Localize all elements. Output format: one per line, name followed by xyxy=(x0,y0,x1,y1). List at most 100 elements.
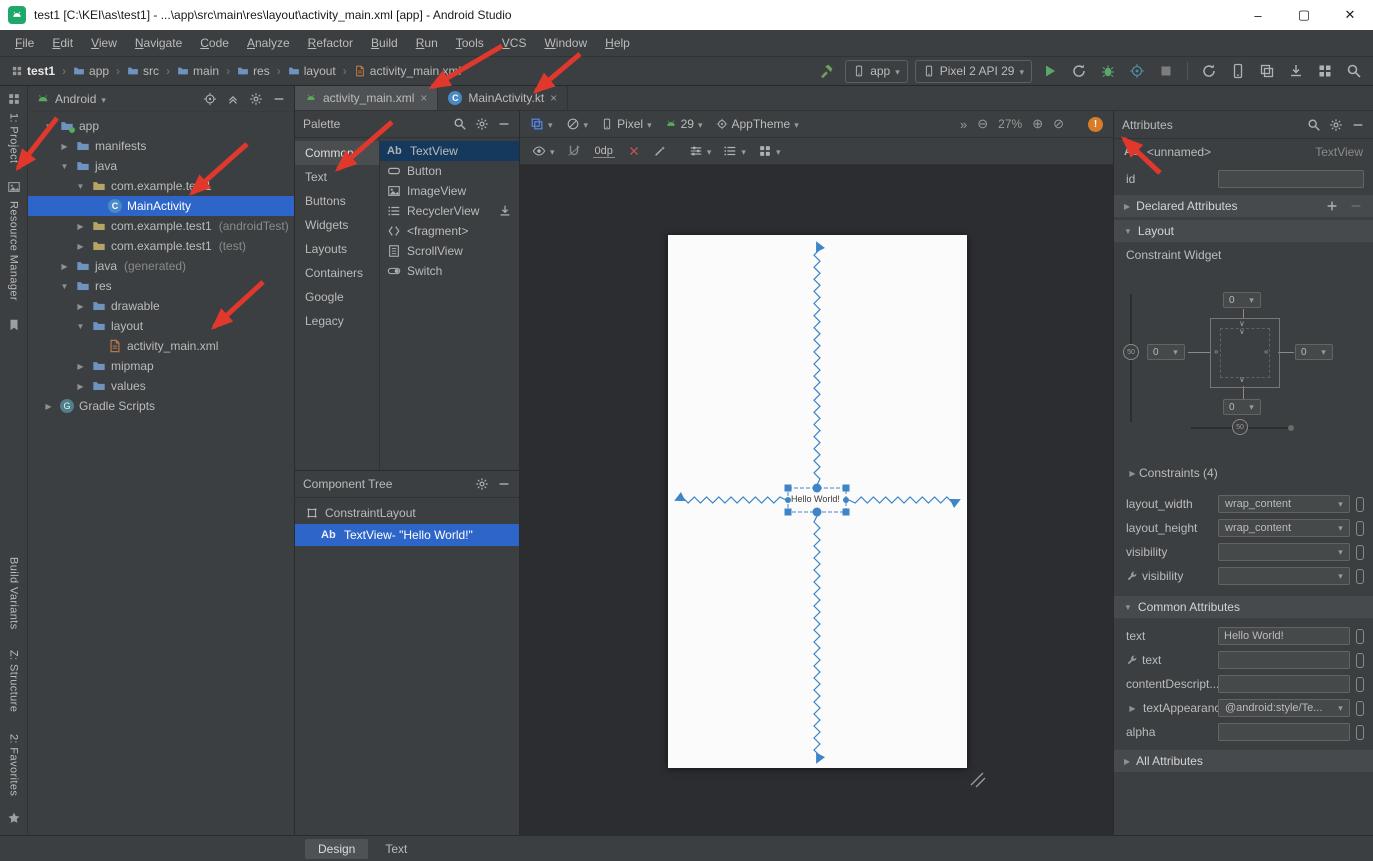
layout-inspector-icon[interactable] xyxy=(1256,60,1278,82)
expander-icon[interactable] xyxy=(74,242,87,251)
hide-panel-icon[interactable] xyxy=(272,92,286,106)
pack-select[interactable] xyxy=(758,144,781,158)
stripe-resource-manager-button[interactable]: Resource Manager xyxy=(8,201,20,301)
tab-mainactivity-kt[interactable]: C MainActivity.kt xyxy=(438,86,568,110)
tree-item-drawable[interactable]: drawable xyxy=(28,296,294,316)
tools-visibility-select[interactable] xyxy=(1218,567,1350,585)
text-input[interactable] xyxy=(1218,627,1350,645)
expander-icon[interactable] xyxy=(1126,704,1139,713)
menu-tools[interactable]: Tools xyxy=(447,33,493,53)
menu-help[interactable]: Help xyxy=(596,33,639,53)
search-everywhere-icon[interactable] xyxy=(1343,60,1365,82)
section-layout[interactable]: Layout xyxy=(1114,220,1373,242)
menu-code[interactable]: Code xyxy=(191,33,238,53)
menu-vcs[interactable]: VCS xyxy=(493,33,536,53)
layout-height-select[interactable]: wrap_content xyxy=(1218,519,1350,537)
zoom-in-button[interactable] xyxy=(1032,116,1043,132)
tree-item-java-generated[interactable]: java (generated) xyxy=(28,256,294,276)
tab-activity-main-xml[interactable]: activity_main.xml xyxy=(295,86,438,110)
palette-category-google[interactable]: Google xyxy=(295,285,379,309)
margin-right-select[interactable]: 0 xyxy=(1295,344,1333,360)
section-common-attributes[interactable]: Common Attributes xyxy=(1114,596,1373,618)
api-version-select[interactable]: 29 xyxy=(665,117,703,131)
menu-analyze[interactable]: Analyze xyxy=(238,33,299,53)
expander-icon[interactable] xyxy=(58,262,71,271)
horizontal-bias-knob[interactable]: 50 xyxy=(1232,419,1248,435)
debug-button[interactable] xyxy=(1097,60,1119,82)
expander-icon[interactable] xyxy=(74,302,87,311)
palette-category-legacy[interactable]: Legacy xyxy=(295,309,379,333)
palette-item-button[interactable]: Button xyxy=(380,161,519,181)
expander-icon[interactable] xyxy=(42,402,55,411)
tab-design[interactable]: Design xyxy=(305,839,368,859)
margin-bottom-select[interactable]: 0 xyxy=(1223,399,1261,415)
tree-item-package[interactable]: com.example.test1 xyxy=(28,176,294,196)
settings-gear-icon[interactable] xyxy=(475,117,489,131)
maximize-button[interactable] xyxy=(1281,0,1327,30)
stripe-structure-button[interactable]: Z: Structure xyxy=(8,650,20,712)
apply-changes-icon[interactable] xyxy=(1068,60,1090,82)
guidelines-select[interactable] xyxy=(689,144,712,158)
palette-item-textview[interactable]: Ab TextView xyxy=(380,141,519,161)
expander-icon[interactable] xyxy=(74,222,87,231)
bookmark-icon[interactable] xyxy=(7,318,21,332)
settings-gear-icon[interactable] xyxy=(249,92,263,106)
tree-item-package-androidtest[interactable]: com.example.test1 (androidTest) xyxy=(28,216,294,236)
search-icon[interactable] xyxy=(453,117,467,131)
tab-close-icon[interactable] xyxy=(550,91,557,105)
settings-gear-icon[interactable] xyxy=(475,477,489,491)
device-in-editor-select[interactable]: Pixel xyxy=(601,117,652,131)
breadcrumb-file[interactable]: activity_main.xml xyxy=(351,64,464,78)
zoom-out-button[interactable] xyxy=(977,116,988,132)
menu-run[interactable]: Run xyxy=(407,33,447,53)
align-select[interactable] xyxy=(723,144,746,158)
tree-item-app[interactable]: app xyxy=(28,116,294,136)
design-surface-select[interactable] xyxy=(530,117,553,131)
tree-item-values[interactable]: values xyxy=(28,376,294,396)
breadcrumb-main[interactable]: main xyxy=(174,64,222,78)
tree-item-layout[interactable]: layout xyxy=(28,316,294,336)
breadcrumb-res[interactable]: res xyxy=(234,64,273,78)
minimize-button[interactable] xyxy=(1235,0,1281,30)
tree-item-mipmap[interactable]: mipmap xyxy=(28,356,294,376)
vertical-bias-knob[interactable]: 50 xyxy=(1123,344,1139,360)
remove-attribute-icon[interactable] xyxy=(1349,199,1363,213)
breadcrumb-src[interactable]: src xyxy=(124,64,162,78)
stripe-project-button[interactable]: 1: Project xyxy=(8,113,20,163)
expander-icon[interactable] xyxy=(74,362,87,371)
palette-category-widgets[interactable]: Widgets xyxy=(295,213,379,237)
menu-navigate[interactable]: Navigate xyxy=(126,33,191,53)
device-manager-icon[interactable] xyxy=(1227,60,1249,82)
tree-item-java[interactable]: java xyxy=(28,156,294,176)
tree-item-manifests[interactable]: manifests xyxy=(28,136,294,156)
run-button[interactable] xyxy=(1039,60,1061,82)
default-margin-spinner[interactable]: 0dp xyxy=(593,145,615,158)
palette-item-fragment[interactable]: <fragment> xyxy=(380,221,519,241)
visibility-select[interactable] xyxy=(1218,543,1350,561)
tools-text-input[interactable] xyxy=(1218,651,1350,669)
stripe-build-variants-button[interactable]: Build Variants xyxy=(8,557,20,630)
section-declared-attributes[interactable]: Declared Attributes xyxy=(1114,195,1373,217)
artboard-resize-grip[interactable] xyxy=(971,773,985,787)
stop-button[interactable] xyxy=(1155,60,1177,82)
clear-constraints-icon[interactable] xyxy=(627,144,641,158)
palette-category-buttons[interactable]: Buttons xyxy=(295,189,379,213)
hide-panel-icon[interactable] xyxy=(497,477,511,491)
menu-file[interactable]: File xyxy=(6,33,43,53)
menu-view[interactable]: View xyxy=(82,33,126,53)
sync-project-icon[interactable] xyxy=(1198,60,1220,82)
margin-top-select[interactable]: 0 xyxy=(1223,292,1261,308)
autoconnect-magnet-icon[interactable] xyxy=(567,144,581,158)
tab-text[interactable]: Text xyxy=(372,839,420,859)
resource-flag-icon[interactable] xyxy=(1356,521,1364,536)
palette-category-layouts[interactable]: Layouts xyxy=(295,237,379,261)
textview-widget[interactable]: Hello World! xyxy=(791,492,843,507)
orientation-select[interactable] xyxy=(566,117,589,131)
resource-flag-icon[interactable] xyxy=(1356,701,1364,716)
stripe-favorites-button[interactable]: 2: Favorites xyxy=(8,734,20,796)
view-options-select[interactable] xyxy=(532,144,555,158)
resource-flag-icon[interactable] xyxy=(1356,497,1364,512)
profiler-button[interactable] xyxy=(1126,60,1148,82)
id-input[interactable] xyxy=(1218,170,1364,188)
expander-icon[interactable] xyxy=(58,162,71,171)
